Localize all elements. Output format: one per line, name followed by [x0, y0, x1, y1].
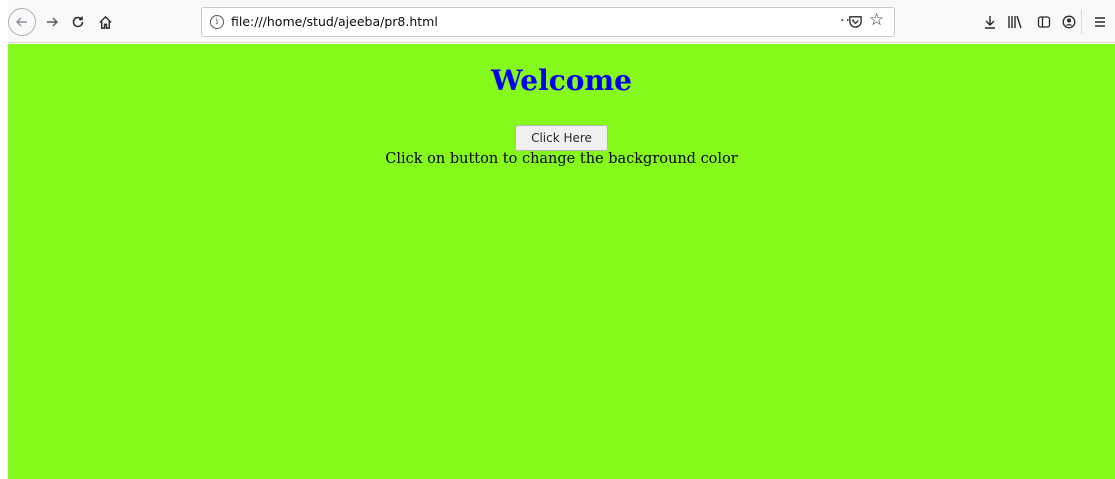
forward-arrow-icon	[47, 17, 58, 27]
back-arrow-icon	[16, 17, 27, 27]
star-icon[interactable]: ☆	[869, 10, 884, 30]
home-button[interactable]	[94, 8, 116, 36]
home-icon	[98, 15, 112, 29]
reload-icon	[72, 16, 84, 28]
reload-button[interactable]	[68, 8, 88, 36]
toolbar-separator	[1081, 10, 1082, 34]
hamburger-menu-icon[interactable]	[1089, 12, 1111, 32]
pocket-icon[interactable]	[848, 14, 863, 29]
window-left-edge	[0, 0, 8, 479]
sidebar-icon[interactable]	[1033, 12, 1055, 32]
browser-toolbar: i file:///home/stud/ajeeba/pr8.html ··· …	[0, 4, 1115, 43]
forward-button[interactable]	[42, 8, 62, 36]
account-icon[interactable]	[1058, 12, 1080, 32]
library-icon[interactable]	[1004, 12, 1026, 32]
page-content: Welcome Click Here Click on button to ch…	[8, 44, 1115, 479]
click-here-button[interactable]: Click Here	[515, 125, 608, 151]
url-text[interactable]: file:///home/stud/ajeeba/pr8.html	[231, 14, 438, 29]
info-icon[interactable]: i	[210, 15, 224, 29]
download-icon[interactable]	[979, 12, 1001, 32]
back-button[interactable]	[8, 8, 36, 36]
url-bar[interactable]: i file:///home/stud/ajeeba/pr8.html ··· …	[201, 7, 895, 37]
hint-text: Click on button to change the background…	[385, 151, 738, 167]
page-heading: Welcome	[491, 64, 632, 97]
